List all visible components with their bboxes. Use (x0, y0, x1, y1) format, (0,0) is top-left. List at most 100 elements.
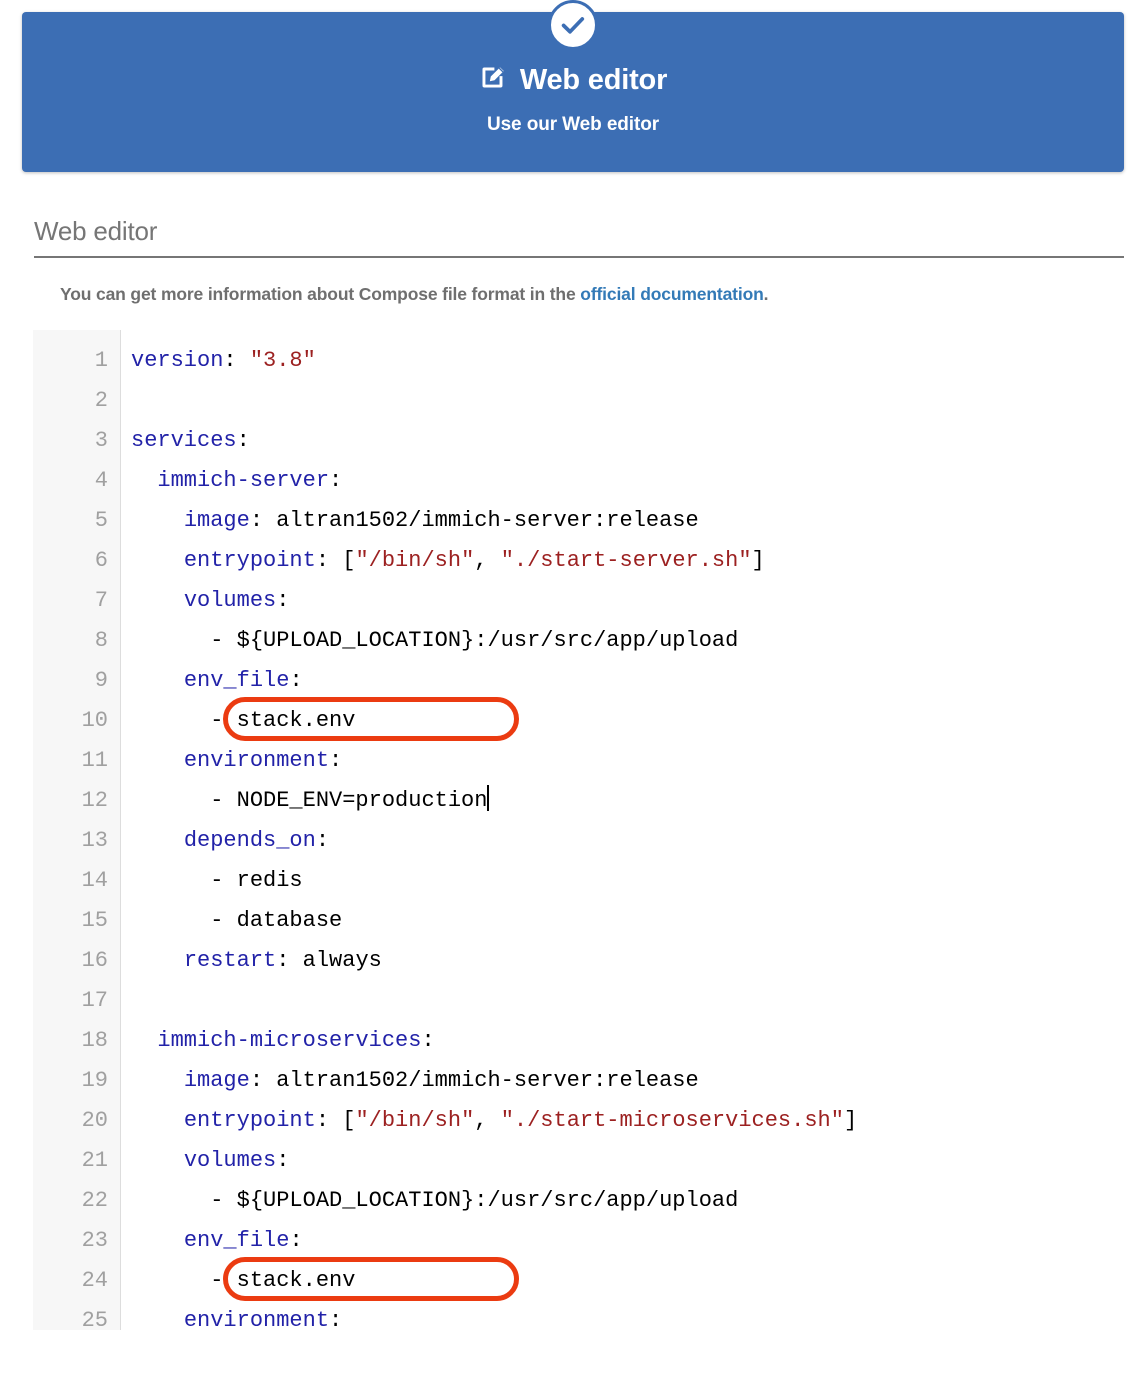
line-number: 11 (81, 748, 108, 773)
code-line[interactable]: restart: always (131, 941, 1140, 981)
code-token: : (276, 1148, 290, 1173)
code-content-area[interactable]: version: "3.8" services: immich-server : … (121, 330, 1140, 1330)
code-line[interactable]: - stack.env (131, 701, 1140, 741)
code-token: : (315, 828, 330, 853)
code-token: version (131, 348, 224, 373)
code-line[interactable]: volumes: (131, 581, 1140, 621)
code-token: : (236, 428, 250, 453)
code-line[interactable]: image: altran1502/immich-server:release (131, 501, 1140, 541)
code-line[interactable]: entrypoint: ["/bin/sh", "./start-microse… (131, 1101, 1140, 1141)
compose-code-editor[interactable]: 1 2 3 4 5 6 7 8 9 10 11 12 13 14 15 16 17 18 19 20 21 22 23 24 2… (33, 330, 1140, 1330)
code-token: : altran1502/immich-server:release (249, 1068, 699, 1093)
banner-title-row: Web editor (479, 63, 667, 99)
code-line[interactable]: - ${UPLOAD_LOCATION}:/usr/src/app/upload (131, 621, 1140, 661)
code-token: services (131, 428, 237, 453)
code-token: image (183, 508, 250, 533)
code-line[interactable]: entrypoint: ["/bin/sh", "./start-server.… (131, 541, 1140, 581)
code-token: : (329, 748, 343, 773)
code-token: : (289, 1228, 303, 1253)
code-token: env_file (183, 668, 290, 693)
line-number: 16 (81, 948, 108, 973)
code-line[interactable]: - ${UPLOAD_LOCATION}:/usr/src/app/upload (131, 1181, 1140, 1221)
banner-title-text: Web editor (519, 64, 668, 96)
code-token: volumes (183, 588, 277, 613)
code-line[interactable]: immich-server: (131, 461, 1140, 501)
check-circle-icon (548, 0, 598, 50)
code-token: entrypoint (183, 548, 316, 573)
code-line[interactable]: env_file: (131, 1221, 1140, 1261)
code-line[interactable]: volumes: (131, 1141, 1140, 1181)
code-token: depends_on (183, 828, 316, 853)
code-token: "./start-microservices.sh" (500, 1108, 844, 1133)
line-number: 12 (81, 788, 108, 813)
code-token: - ${UPLOAD_LOCATION}:/usr/src/app/upload (131, 1188, 739, 1213)
code-token: immich-server (157, 468, 330, 493)
code-token: ] (843, 1108, 858, 1133)
code-line[interactable]: version: "3.8" (131, 341, 1140, 381)
code-token: : (329, 1308, 343, 1330)
code-line[interactable]: environment: (131, 741, 1140, 781)
line-number: 25 (81, 1308, 108, 1330)
code-line[interactable]: environment: (131, 1301, 1140, 1330)
description-text-after: . (763, 284, 769, 304)
line-number: 14 (81, 868, 108, 893)
code-line[interactable]: depends_on: (131, 821, 1140, 861)
line-number: 22 (81, 1188, 108, 1213)
line-number: 3 (94, 428, 108, 453)
code-token: : (223, 348, 250, 373)
line-number: 19 (81, 1068, 108, 1093)
code-line[interactable] (131, 381, 1140, 421)
code-token: restart (183, 948, 277, 973)
compose-format-description: You can get more information about Compo… (60, 284, 1140, 305)
web-editor-banner: Web editor Use our Web editor (22, 0, 1124, 172)
line-number: 8 (94, 628, 108, 653)
code-token: : (329, 468, 343, 493)
code-token: - NODE_ENV=production (131, 788, 488, 813)
line-number: 20 (81, 1108, 108, 1133)
code-token: - stack.env (131, 708, 356, 733)
line-number: 9 (94, 668, 108, 693)
code-token: ] (751, 548, 765, 573)
code-token: "3.8" (249, 348, 316, 373)
code-token: : (276, 588, 290, 613)
code-line[interactable]: - NODE_ENV=production (131, 781, 1140, 821)
code-line[interactable] (131, 981, 1140, 1021)
code-token: image (183, 1068, 250, 1093)
code-token: "/bin/sh" (355, 1108, 475, 1133)
code-token: - ${UPLOAD_LOCATION}:/usr/src/app/upload (131, 628, 739, 653)
banner-subtitle: Use our Web editor (486, 113, 660, 135)
text-cursor (487, 785, 490, 811)
line-number-gutter: 1 2 3 4 5 6 7 8 9 10 11 12 13 14 15 16 17 18 19 20 21 22 23 24 2… (33, 330, 121, 1330)
line-number: 21 (81, 1148, 108, 1173)
code-line[interactable]: image: altran1502/immich-server:release (131, 1061, 1140, 1101)
code-token: , (474, 1108, 501, 1133)
code-line[interactable]: services: (131, 421, 1140, 461)
code-token: "/bin/sh" (355, 548, 475, 573)
page-title: Web editor (34, 216, 158, 246)
line-number: 4 (94, 468, 108, 493)
code-line[interactable]: env_file: (131, 661, 1140, 701)
line-number: 17 (81, 988, 108, 1013)
code-token: : (289, 668, 303, 693)
code-line[interactable]: immich-microservices: (131, 1021, 1140, 1061)
line-number: 23 (81, 1228, 108, 1253)
web-editor-banner-wrapper: Web editor Use our Web editor (0, 0, 1140, 172)
code-token: environment (183, 748, 330, 773)
code-line[interactable]: - redis (131, 861, 1140, 901)
code-line[interactable]: - database (131, 901, 1140, 941)
code-token: , (474, 548, 501, 573)
code-token: env_file (183, 1228, 290, 1253)
code-token: environment (183, 1308, 330, 1330)
official-documentation-link[interactable]: official documentation (580, 284, 764, 304)
code-token: "./start-server.sh" (500, 548, 752, 573)
code-line[interactable]: - stack.env (131, 1261, 1140, 1301)
